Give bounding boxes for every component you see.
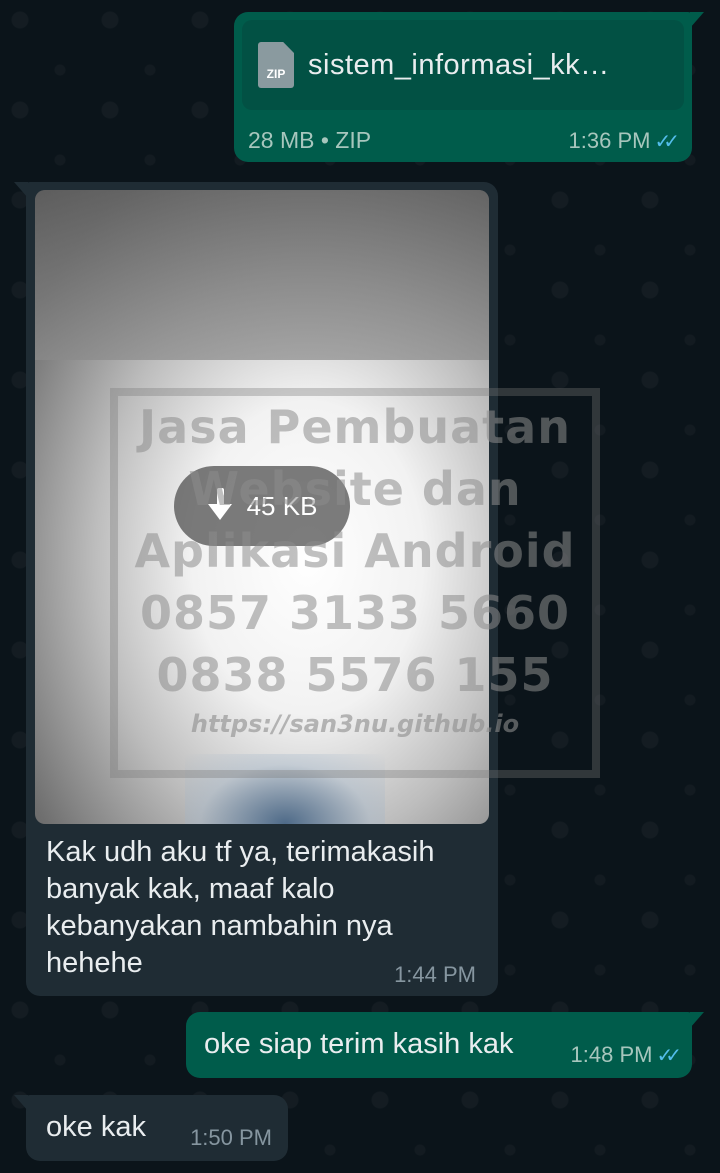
image-thumbnail[interactable]: 45 KB	[35, 190, 489, 824]
message-time: 1:36 PM	[568, 128, 651, 153]
message-status: 1:48 PM ✓✓	[570, 1042, 682, 1068]
message-time: 1:44 PM	[394, 962, 476, 987]
incoming-text-message[interactable]: oke kak 1:50 PM	[14, 1095, 288, 1161]
zip-icon-label: ZIP	[266, 67, 286, 81]
outgoing-file-message[interactable]: ZIP sistem_informasi_kk… 28 MB • ZIP 1:3…	[234, 12, 704, 162]
read-receipt-icon: ✓✓	[654, 129, 679, 153]
message-text: oke kak	[46, 1111, 146, 1143]
bubble-tail	[690, 12, 704, 28]
zip-file-icon: ZIP	[258, 42, 294, 88]
bubble-tail	[14, 182, 28, 198]
message-status: 1:44 PM	[394, 962, 476, 988]
incoming-image-message[interactable]: 45 KB Kak udh aku tf ya, terimakasih ban…	[14, 182, 498, 996]
message-time: 1:50 PM	[190, 1125, 272, 1150]
outgoing-text-message[interactable]: oke siap terim kasih kak 1:48 PM ✓✓	[186, 1012, 704, 1078]
bubble-tail	[14, 1095, 28, 1111]
read-receipt-icon: ✓✓	[656, 1043, 681, 1067]
file-size-type: 28 MB • ZIP	[248, 127, 372, 153]
file-attachment[interactable]: ZIP sistem_informasi_kk…	[242, 20, 684, 110]
message-status: 1:36 PM ✓✓	[568, 128, 680, 154]
image-blur-detail	[185, 754, 385, 824]
image-caption: Kak udh aku tf ya, terimakasih banyak ka…	[46, 836, 435, 979]
message-text: oke siap terim kasih kak	[204, 1028, 514, 1060]
message-time: 1:48 PM	[570, 1042, 653, 1067]
image-blur	[35, 190, 489, 360]
download-button[interactable]: 45 KB	[174, 466, 350, 546]
file-name: sistem_informasi_kk…	[308, 48, 610, 81]
download-size: 45 KB	[246, 490, 318, 521]
bubble-tail	[690, 1012, 704, 1028]
message-status: 1:50 PM	[190, 1125, 272, 1151]
download-arrow-icon	[207, 488, 233, 524]
